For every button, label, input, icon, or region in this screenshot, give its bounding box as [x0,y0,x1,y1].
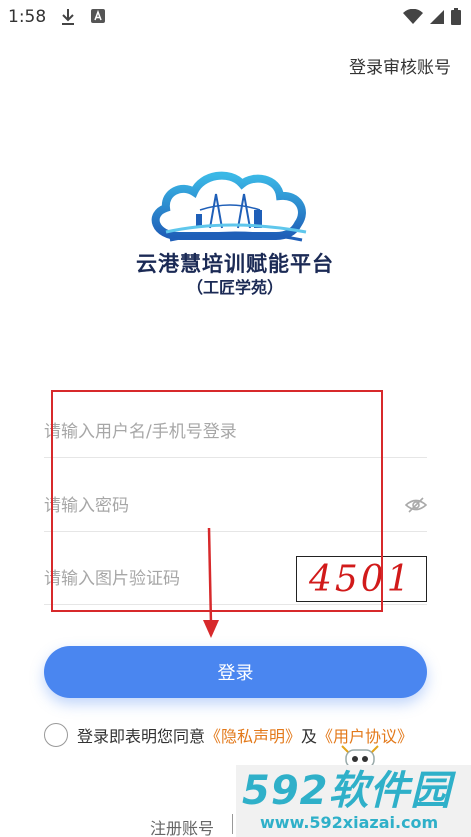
watermark-url: www.592xiazai.com [260,813,439,832]
login-button[interactable]: 登录 [44,646,427,698]
footer-divider [232,814,233,834]
annotation-arrow-icon [203,528,219,638]
review-account-link[interactable]: 登录审核账号 [349,53,451,78]
status-bar: 1:58 [0,0,471,34]
app-logo: 云港慧培训赋能平台 （工匠学苑） [130,170,340,300]
download-icon [62,9,74,25]
eye-hidden-icon[interactable] [405,496,427,514]
agreement-checkbox[interactable] [44,723,68,747]
status-system-icons [403,8,461,25]
battery-icon [451,8,461,25]
agreement-and: 及 [301,727,318,746]
status-notifications [60,8,106,26]
status-time: 1:58 [8,7,47,27]
wifi-icon [403,8,423,24]
register-link[interactable]: 注册账号 [150,815,214,837]
cloud-port-logo-icon [151,171,307,242]
watermark-brand: 592软件园 [242,768,452,814]
signal-icon [430,9,444,24]
watermark-overlay: 592软件园 www.592xiazai.com [236,765,471,837]
app-a-icon [91,9,105,23]
app-subtitle: （工匠学苑） [186,278,283,297]
privacy-link[interactable]: 《隐私声明》 [205,723,301,747]
agreement-text: 登录即表明您同意 [77,727,206,746]
